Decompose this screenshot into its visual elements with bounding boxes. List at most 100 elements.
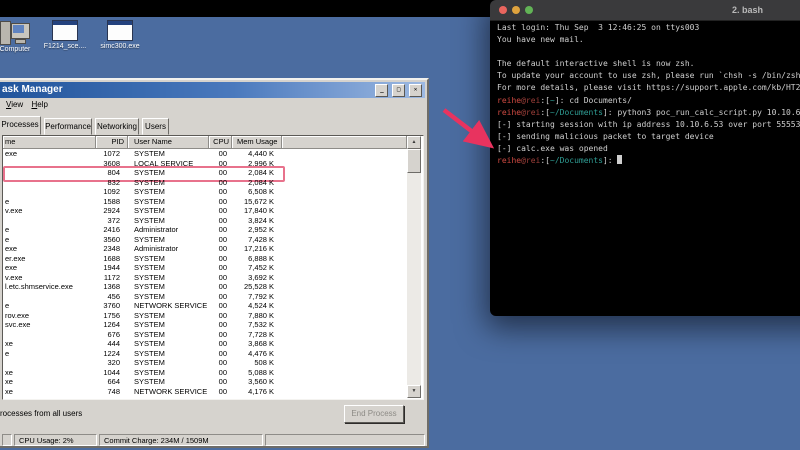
menu-help[interactable]: Help	[31, 98, 47, 112]
cell-pid: 2348	[103, 244, 120, 253]
process-rows: exe 1072 SYSTEM 00 4,440 K 3608 LOCAL SERVICE 0…	[3, 149, 407, 396]
process-row[interactable]: 804 SYSTEM 00 2,084 K	[3, 168, 407, 178]
desktop-icon-label: F1214_sce....	[43, 43, 87, 50]
window-title: ask Manager	[2, 84, 63, 95]
cell-name: rov.exe	[5, 310, 30, 320]
desktop-icon-computer[interactable]: Computer	[0, 20, 36, 53]
cell-user: SYSTEM	[134, 320, 165, 329]
cell-user: SYSTEM	[134, 253, 165, 263]
cell-cpu: 00	[218, 358, 227, 367]
tab-users[interactable]: Users	[142, 118, 169, 135]
close-button[interactable]: ✕	[409, 84, 422, 97]
process-row[interactable]: exe 2348 Administrator 00 17,216 K	[3, 244, 407, 254]
cell-mem: 7,728 K	[248, 329, 274, 339]
terminal-text-segment: To update your account to use zsh, pleas…	[497, 71, 800, 81]
cell-user: SYSTEM	[134, 339, 165, 348]
tab-performance[interactable]: Performance	[44, 118, 92, 135]
cell-cpu: 00	[218, 377, 227, 386]
process-row[interactable]: er.exe 1688 SYSTEM 00 6,888 K	[3, 254, 407, 264]
cell-mem: 7,792 K	[248, 291, 274, 301]
process-row[interactable]: 3608 LOCAL SERVICE 00 2,996 K	[3, 159, 407, 169]
menu-view[interactable]: View	[6, 98, 23, 112]
process-row[interactable]: e 3760 NETWORK SERVICE 00 4,524 K	[3, 301, 407, 311]
cell-mem: 2,084 K	[248, 177, 274, 187]
desktop-icon-simc300[interactable]: simc300.exe	[96, 20, 144, 50]
process-row[interactable]: exe 1944 SYSTEM 00 7,452 K	[3, 263, 407, 273]
tab-processes[interactable]: Processes	[0, 116, 41, 135]
process-row[interactable]: v.exe 2924 SYSTEM 00 17,840 K	[3, 206, 407, 216]
process-row[interactable]: rov.exe 1756 SYSTEM 00 7,880 K	[3, 311, 407, 321]
terminal-line: Last login: Thu Sep 3 12:46:25 on ttys00…	[497, 22, 800, 34]
terminal-text-segment: @rei	[521, 95, 541, 105]
process-row[interactable]: 1092 SYSTEM 00 6,508 K	[3, 187, 407, 197]
terminal-text-segment: ~/Documents	[550, 107, 603, 117]
status-cpu-usage: CPU Usage: 2%	[14, 434, 97, 446]
process-row[interactable]: 456 SYSTEM 00 7,792 K	[3, 292, 407, 302]
scrollbar-thumb[interactable]	[407, 149, 421, 173]
terminal-text-segment: ]:	[602, 107, 613, 117]
terminal-line: You have new mail.	[497, 34, 800, 46]
cell-user: SYSTEM	[134, 367, 165, 377]
cell-name: xe	[5, 367, 13, 377]
cell-pid: 1756	[103, 310, 120, 320]
process-row[interactable]: exe 1072 SYSTEM 00 4,440 K	[3, 149, 407, 159]
process-row[interactable]: v.exe 1172 SYSTEM 00 3,692 K	[3, 273, 407, 283]
scrollbar-track[interactable]	[407, 149, 421, 385]
show-all-processes-label[interactable]: rocesses from all users	[0, 409, 82, 418]
process-row[interactable]: svc.exe 1264 SYSTEM 00 7,532 K	[3, 320, 407, 330]
terminal-text-segment: You have new mail.	[497, 35, 584, 45]
cell-user: Administrator	[134, 225, 179, 234]
column-header-mem-usage[interactable]: Mem Usage	[232, 136, 282, 149]
cell-mem: 6,508 K	[248, 187, 274, 196]
process-row[interactable]: 676 SYSTEM 00 7,728 K	[3, 330, 407, 340]
tab-networking[interactable]: Networking	[95, 118, 139, 135]
process-row[interactable]: xe 664 SYSTEM 00 3,560 K	[3, 377, 407, 387]
cell-pid: 3560	[103, 234, 120, 244]
column-header-user-name[interactable]: User Name	[128, 136, 209, 149]
process-row[interactable]: xe 444 SYSTEM 00 3,868 K	[3, 339, 407, 349]
maximize-button[interactable]: □	[392, 84, 406, 97]
process-row[interactable]: l.etc.shmservice.exe 1368 SYSTEM 00 25,528 K	[3, 282, 407, 292]
column-header-image-name[interactable]: me	[3, 136, 96, 149]
cell-cpu: 00	[218, 149, 227, 158]
minimize-traffic-light-icon[interactable]	[512, 6, 520, 14]
process-row[interactable]: 372 SYSTEM 00 3,824 K	[3, 216, 407, 226]
cell-pid: 1368	[103, 282, 120, 291]
terminal-text-segment: reihe	[497, 156, 522, 166]
cell-cpu: 00	[218, 291, 227, 301]
cell-cpu: 00	[218, 215, 227, 225]
scroll-up-icon[interactable]: ▲	[407, 136, 421, 149]
cell-user: SYSTEM	[134, 187, 165, 196]
terminal-titlebar[interactable]: 2. bash	[490, 0, 800, 21]
scroll-down-icon[interactable]: ▼	[407, 385, 421, 398]
process-row[interactable]: e 1224 SYSTEM 00 4,476 K	[3, 349, 407, 359]
minimize-button[interactable]: _	[375, 84, 389, 97]
cell-mem: 5,088 K	[248, 367, 274, 377]
column-header-pid[interactable]: PID	[96, 136, 128, 149]
end-process-button[interactable]: End Process	[344, 405, 404, 423]
terminal-line: [-] starting session with ip address 10.…	[497, 119, 800, 131]
cell-mem: 4,176 K	[248, 386, 274, 396]
process-row[interactable]: e 1588 SYSTEM 00 15,672 K	[3, 197, 407, 207]
column-header-cpu[interactable]: CPU	[209, 136, 232, 149]
cell-mem: 2,952 K	[248, 225, 274, 234]
terminal-output[interactable]: Last login: Thu Sep 3 12:46:25 on ttys00…	[497, 22, 800, 316]
cell-name: exe	[5, 244, 18, 253]
close-traffic-light-icon[interactable]	[499, 6, 507, 14]
cell-name: v.exe	[5, 206, 23, 215]
process-row[interactable]: 832 SYSTEM 00 2,084 K	[3, 178, 407, 188]
process-row[interactable]: xe 748 NETWORK SERVICE 00 4,176 K	[3, 387, 407, 397]
cell-mem: 6,888 K	[248, 253, 274, 263]
desktop-icon-f1214[interactable]: F1214_sce....	[42, 20, 88, 50]
task-manager-titlebar[interactable]: ask Manager _ □ ✕	[0, 82, 425, 98]
status-segment-empty	[265, 434, 425, 446]
process-row[interactable]: e 2416 Administrator 00 2,952 K	[3, 225, 407, 235]
process-row[interactable]: xe 1044 SYSTEM 00 5,088 K	[3, 368, 407, 378]
process-row[interactable]: e 3560 SYSTEM 00 7,428 K	[3, 235, 407, 245]
terminal-text-segment: ~/Documents	[550, 156, 603, 166]
column-header-filler	[282, 136, 407, 149]
status-bar: CPU Usage: 2% Commit Charge: 234M / 1509…	[0, 433, 427, 448]
zoom-traffic-light-icon[interactable]	[525, 6, 533, 14]
cell-mem: 3,868 K	[248, 339, 274, 348]
process-row[interactable]: 320 SYSTEM 00 508 K	[3, 358, 407, 368]
